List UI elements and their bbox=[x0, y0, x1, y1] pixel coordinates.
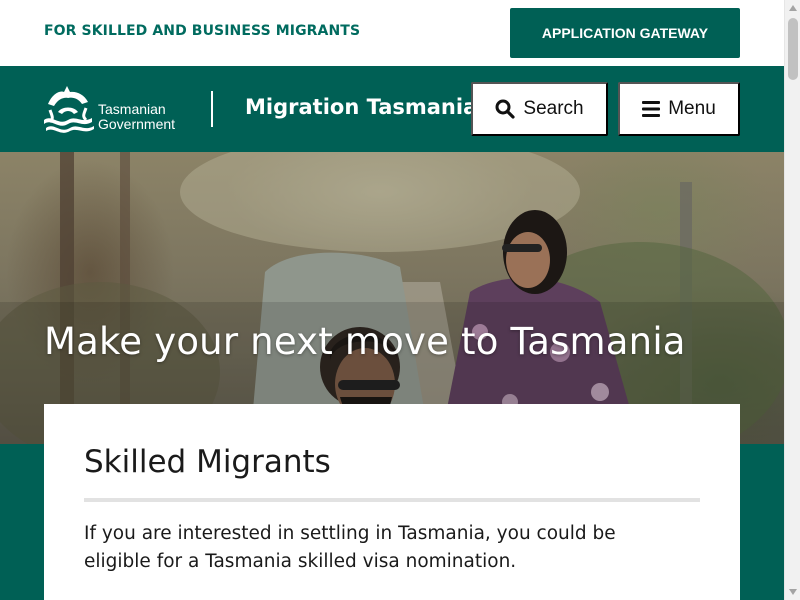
logo-line-2: Government bbox=[98, 116, 176, 132]
utility-bar: FOR SKILLED AND BUSINESS MIGRANTS APPLIC… bbox=[0, 0, 784, 66]
card-title: Skilled Migrants bbox=[84, 444, 331, 480]
site-title-link[interactable]: Migration Tasmania bbox=[245, 95, 477, 119]
skilled-migrants-card: Skilled Migrants If you are interested i… bbox=[44, 404, 740, 600]
application-gateway-button[interactable]: APPLICATION GATEWAY bbox=[510, 8, 740, 58]
hamburger-icon bbox=[642, 101, 661, 117]
hero-photo bbox=[0, 152, 784, 444]
page: FOR SKILLED AND BUSINESS MIGRANTS APPLIC… bbox=[0, 0, 784, 600]
search-button[interactable]: Search bbox=[471, 82, 608, 136]
skilled-business-migrants-link[interactable]: FOR SKILLED AND BUSINESS MIGRANTS bbox=[44, 23, 360, 39]
logo-line-1: Tasmanian bbox=[98, 101, 166, 117]
vertical-scrollbar[interactable] bbox=[784, 0, 800, 600]
hero-heading: Make your next move to Tasmania bbox=[44, 320, 686, 363]
tasmanian-government-logo[interactable]: Tasmanian Government bbox=[42, 82, 192, 136]
logo-wordmark: Tasmanian Government bbox=[98, 102, 175, 132]
scroll-up-arrow-icon[interactable] bbox=[785, 0, 800, 16]
scrollbar-thumb[interactable] bbox=[788, 18, 798, 80]
site-header: Tasmanian Government Migration Tasmania … bbox=[0, 66, 784, 152]
search-icon bbox=[495, 99, 515, 119]
card-divider bbox=[84, 498, 700, 502]
scroll-down-arrow-icon[interactable] bbox=[785, 584, 800, 600]
search-button-label: Search bbox=[523, 98, 584, 119]
card-text: If you are interested in settling in Tas… bbox=[84, 523, 616, 572]
menu-button[interactable]: Menu bbox=[618, 82, 740, 136]
header-divider bbox=[211, 91, 213, 127]
hero-banner: Make your next move to Tasmania bbox=[0, 152, 784, 444]
tasmanian-devil-logo-icon bbox=[44, 86, 94, 133]
menu-button-label: Menu bbox=[668, 98, 716, 119]
